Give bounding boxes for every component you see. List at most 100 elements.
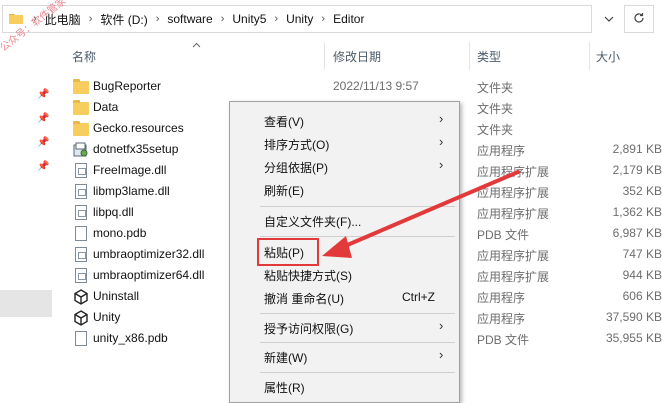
column-headers: 名称 修改日期 类型 大小 xyxy=(52,42,662,70)
file-size: 1,362 KB xyxy=(612,205,662,219)
context-menu: 查看(V) › 排序方式(O) › 分组依据(P) › 刷新(E) 自定义文件夹… xyxy=(229,101,460,403)
file-type: 应用程序扩展 xyxy=(477,186,550,200)
file-row[interactable]: BugReporter 2022/11/13 9:57 文件夹 xyxy=(52,76,662,97)
menu-item-refresh[interactable]: 刷新(E) xyxy=(230,178,459,200)
menu-item-label: 排序方式(O) xyxy=(264,138,330,152)
refresh-icon xyxy=(633,11,645,27)
menu-item-new[interactable]: 新建(W) › xyxy=(230,345,459,367)
menu-item-give-access[interactable]: 授予访问权限(G) › xyxy=(230,316,459,338)
file-type: 文件夹 xyxy=(477,123,514,137)
chevron-right-icon: › xyxy=(439,318,444,333)
column-divider[interactable] xyxy=(324,42,325,70)
menu-item-label: 自定义文件夹(F)... xyxy=(264,215,362,229)
file-name: mono.pdb xyxy=(93,226,147,240)
menu-item-paste[interactable]: 粘贴(P) xyxy=(230,240,459,262)
file-name: dotnetfx35setup xyxy=(93,142,179,156)
dll-icon xyxy=(73,268,89,284)
chevron-right-icon[interactable]: › xyxy=(221,13,225,25)
file-size: 6,987 KB xyxy=(612,226,662,240)
breadcrumb-item[interactable]: 软件 (D:) xyxy=(100,11,147,28)
menu-item-label: 属性(R) xyxy=(264,381,305,395)
dll-icon xyxy=(73,184,89,200)
menu-item-label: 粘贴(P) xyxy=(264,246,304,260)
file-type: 应用程序扩展 xyxy=(477,207,550,221)
chevron-right-icon[interactable]: › xyxy=(321,13,325,25)
menu-item-paste-shortcut[interactable]: 粘贴快捷方式(S) xyxy=(230,263,459,285)
file-name: FreeImage.dll xyxy=(93,163,167,177)
file-icon xyxy=(73,226,89,242)
pin-icon[interactable]: 📌 xyxy=(37,162,49,172)
file-size: 944 KB xyxy=(622,268,662,282)
file-size: 35,955 KB xyxy=(605,331,662,345)
menu-item-label: 新建(W) xyxy=(264,351,308,365)
file-size: 2,179 KB xyxy=(612,163,662,177)
file-name: Uninstall xyxy=(93,289,140,303)
column-divider[interactable] xyxy=(469,42,470,70)
file-name: umbraoptimizer64.dll xyxy=(93,268,205,282)
file-name: libmp3lame.dll xyxy=(93,184,170,198)
menu-item-undo-rename[interactable]: 撤消 重命名(U) Ctrl+Z xyxy=(230,286,459,308)
menu-item-accelerator: Ctrl+Z xyxy=(402,290,435,304)
file-type: 应用程序 xyxy=(477,312,526,326)
sort-ascending-icon xyxy=(192,40,201,51)
breadcrumb-item[interactable]: Unity5 xyxy=(232,12,266,26)
refresh-button[interactable] xyxy=(624,5,654,33)
file-size: 352 KB xyxy=(622,184,662,198)
menu-item-sort-by[interactable]: 排序方式(O) › xyxy=(230,132,459,154)
menu-item-label: 查看(V) xyxy=(264,115,304,129)
file-name: unity_x86.pdb xyxy=(93,331,168,345)
file-type: 文件夹 xyxy=(477,102,514,116)
unity-icon xyxy=(73,310,89,326)
chevron-right-icon: › xyxy=(439,347,444,362)
file-size: 747 KB xyxy=(622,247,662,261)
column-header-size[interactable]: 大小 xyxy=(596,48,620,65)
pin-icon[interactable]: 📌 xyxy=(37,90,49,100)
chevron-down-icon xyxy=(604,11,614,25)
dll-icon xyxy=(73,247,89,263)
pin-icon[interactable]: 📌 xyxy=(37,114,49,124)
nav-selected-item[interactable] xyxy=(0,290,52,317)
unity-icon xyxy=(73,289,89,305)
file-name: Data xyxy=(93,100,119,114)
menu-item-label: 刷新(E) xyxy=(264,184,304,198)
file-size: 37,590 KB xyxy=(605,310,662,324)
chevron-right-icon: › xyxy=(439,134,444,149)
file-name: Unity xyxy=(93,310,121,324)
folder-icon xyxy=(73,121,89,137)
file-name: Gecko.resources xyxy=(93,121,184,135)
breadcrumb-item[interactable]: Unity xyxy=(286,12,313,26)
menu-divider xyxy=(260,372,455,373)
menu-item-label: 授予访问权限(G) xyxy=(264,322,354,336)
breadcrumb-item[interactable]: Editor xyxy=(333,12,364,26)
file-type: PDB 文件 xyxy=(477,333,530,347)
pin-icon[interactable]: 📌 xyxy=(37,138,49,148)
breadcrumb-item[interactable]: software xyxy=(167,12,212,26)
navigation-pane: 📌 📌 📌 📌 xyxy=(0,37,52,401)
column-header-name[interactable]: 名称 xyxy=(72,48,96,65)
file-size: 2,891 KB xyxy=(612,142,662,156)
setup-exe-icon xyxy=(73,142,89,158)
file-icon xyxy=(73,331,89,347)
menu-item-customize-folder[interactable]: 自定义文件夹(F)... xyxy=(230,209,459,231)
menu-item-group-by[interactable]: 分组依据(P) › xyxy=(230,155,459,177)
chevron-right-icon[interactable]: › xyxy=(274,13,278,25)
menu-item-properties[interactable]: 属性(R) xyxy=(230,375,459,397)
menu-item-view[interactable]: 查看(V) › xyxy=(230,109,459,131)
menu-divider xyxy=(260,342,455,343)
address-dropdown-button[interactable] xyxy=(599,5,619,31)
menu-item-label: 分组依据(P) xyxy=(264,161,328,175)
breadcrumb[interactable]: › 此电脑 › 软件 (D:) › software › Unity5 › Un… xyxy=(2,5,592,33)
menu-item-label: 粘贴快捷方式(S) xyxy=(264,269,352,283)
file-type: 文件夹 xyxy=(477,81,514,95)
dll-icon xyxy=(73,205,89,221)
column-divider[interactable] xyxy=(589,42,590,70)
file-date: 2022/11/13 9:57 xyxy=(333,79,419,93)
column-header-date[interactable]: 修改日期 xyxy=(333,48,381,65)
chevron-right-icon: › xyxy=(439,111,444,126)
dll-icon xyxy=(73,163,89,179)
column-header-type[interactable]: 类型 xyxy=(477,48,501,65)
chevron-right-icon[interactable]: › xyxy=(89,13,93,25)
menu-divider xyxy=(260,313,455,314)
file-type: 应用程序 xyxy=(477,291,526,305)
chevron-right-icon[interactable]: › xyxy=(156,13,160,25)
